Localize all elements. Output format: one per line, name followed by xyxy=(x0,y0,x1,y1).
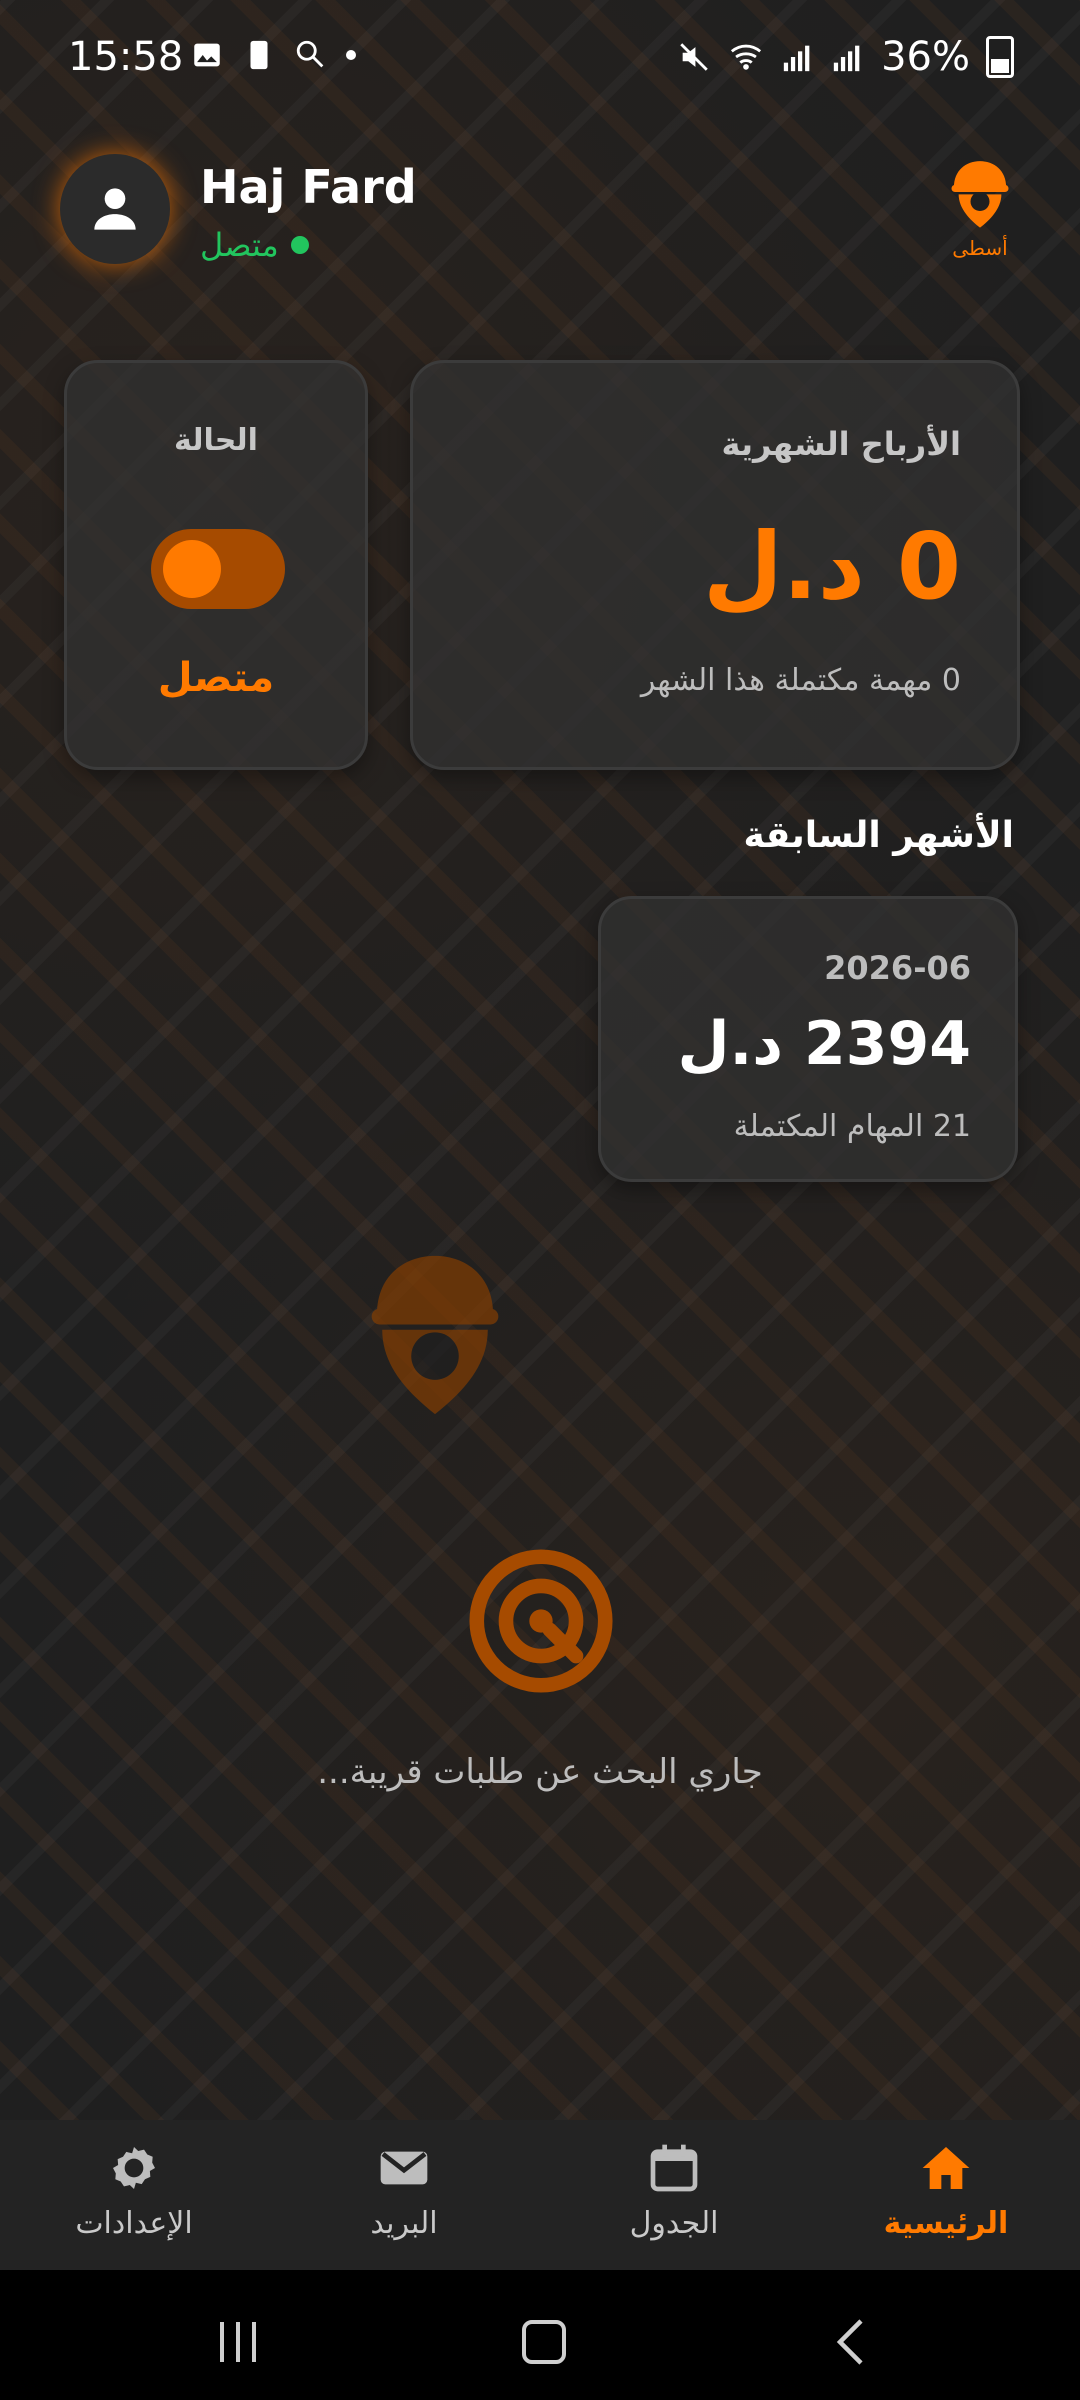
nav-schedule-label: الجدول xyxy=(629,2206,719,2241)
status-right-icons: 36% xyxy=(677,34,1014,80)
earnings-amount: 0 د.ل xyxy=(702,513,961,620)
helmet-pin-icon xyxy=(951,161,1009,228)
wifi-icon xyxy=(731,44,762,70)
status-time: 15:58 xyxy=(68,34,184,80)
mute-icon xyxy=(680,43,708,71)
user-name: Haj Fard xyxy=(200,160,417,214)
notification-dot xyxy=(346,50,356,60)
back-button[interactable] xyxy=(834,2318,870,2366)
toggle-knob xyxy=(163,540,221,598)
nav-settings[interactable]: الإعدادات xyxy=(34,2140,234,2260)
image-icon xyxy=(194,43,220,67)
monthly-earnings-card: الأرباح الشهرية 0 د.ل 0 مهمة مكتملة هذا … xyxy=(410,360,1020,770)
system-home-button[interactable] xyxy=(522,2320,566,2364)
device-icon xyxy=(250,40,268,70)
status-bar: 15:58 36% xyxy=(0,0,1080,120)
brand-name: أسطى xyxy=(952,236,1008,260)
battery-icon xyxy=(986,36,1014,78)
nav-schedule[interactable]: الجدول xyxy=(574,2140,774,2260)
mail-icon xyxy=(380,2151,428,2185)
user-icon xyxy=(94,188,136,230)
signal-icon-2 xyxy=(833,45,860,72)
bottom-navigation: الإعدادات البريد الجدول الرئيسية xyxy=(0,2120,1080,2270)
previous-months-title: الأشهر السابقة xyxy=(743,815,1014,856)
previous-month-card[interactable]: 2026-06 2394 د.ل 21 المهام المكتملة xyxy=(598,896,1018,1182)
battery-percent: 36% xyxy=(881,34,970,80)
searching-requests-text: جاري البحث عن طلبات قريبة... xyxy=(317,1752,763,1792)
gear-icon xyxy=(113,2147,155,2189)
nav-settings-label: الإعدادات xyxy=(75,2206,193,2241)
previous-month-completed: 21 المهام المكتملة xyxy=(733,1109,971,1144)
online-status: متصل xyxy=(200,226,309,264)
previous-month-amount: 2394 د.ل xyxy=(677,1009,971,1079)
nav-home[interactable]: الرئيسية xyxy=(846,2140,1046,2260)
previous-month-date: 2026-06 xyxy=(824,949,971,987)
home-icon xyxy=(922,2147,970,2189)
status-value: متصل xyxy=(157,655,275,701)
status-card: الحالة متصل xyxy=(64,360,368,770)
online-toggle[interactable] xyxy=(151,529,285,609)
nav-mail-label: البريد xyxy=(370,2206,438,2241)
nav-mail[interactable]: البريد xyxy=(304,2140,504,2260)
app-header: Haj Fard متصل أسطى xyxy=(0,130,1080,290)
avatar[interactable] xyxy=(60,154,170,264)
calendar-icon xyxy=(650,2144,698,2192)
recent-apps-button[interactable] xyxy=(220,2322,256,2362)
status-left-icons xyxy=(190,38,356,72)
signal-icon xyxy=(783,45,810,72)
watermark-logo xyxy=(371,1255,499,1415)
nav-home-label: الرئيسية xyxy=(883,2206,1009,2241)
sparkle-search-icon xyxy=(296,40,324,68)
brand-logo: أسطى xyxy=(940,152,1020,262)
earnings-completed: 0 مهمة مكتملة هذا الشهر xyxy=(640,663,961,698)
status-title: الحالة xyxy=(174,423,258,458)
online-indicator xyxy=(290,236,309,254)
radar-search-icon xyxy=(469,1549,613,1693)
system-navigation-bar xyxy=(0,2270,1080,2400)
online-status-label: متصل xyxy=(200,226,279,264)
earnings-title: الأرباح الشهرية xyxy=(721,425,961,463)
